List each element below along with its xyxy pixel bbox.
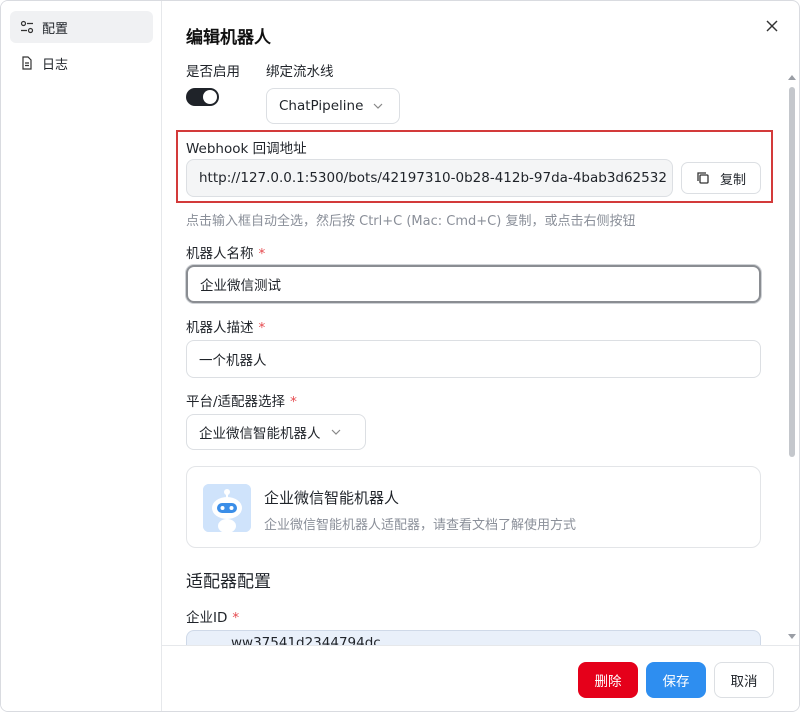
adapter-card-description: 企业微信智能机器人适配器，请查看文档了解使用方式 xyxy=(264,518,577,533)
bot-desc-input[interactable]: 一个机器人 xyxy=(186,340,761,378)
dialog-main: 编辑机器人 是否启用 绑定流水线 ChatPipeline Webhook 回调… xyxy=(162,1,799,711)
pipeline-select[interactable]: ChatPipeline xyxy=(266,88,400,124)
cancel-button[interactable]: 取消 xyxy=(714,662,774,698)
dialog-title: 编辑机器人 xyxy=(186,28,271,48)
close-button[interactable] xyxy=(761,15,783,37)
toggle-knob xyxy=(203,90,217,104)
scroll-up-arrow[interactable] xyxy=(788,75,796,80)
pipeline-select-value: ChatPipeline xyxy=(279,98,364,114)
copy-hint: 点击输入框自动全选，然后按 Ctrl+C (Mac: Cmd+C) 复制，或点击… xyxy=(186,214,636,229)
required-mark: * xyxy=(258,246,266,262)
document-icon xyxy=(20,56,34,70)
enabled-toggle[interactable] xyxy=(186,88,219,106)
webhook-label: Webhook 回调地址 xyxy=(186,141,307,157)
settings-sliders-icon xyxy=(20,20,34,34)
platform-label: 平台/适配器选择 * xyxy=(186,394,297,410)
dialog-footer: 删除 保存 取消 xyxy=(162,645,799,711)
copy-button[interactable]: 复制 xyxy=(681,162,761,194)
dialog-window: 配置 日志 编辑机器人 是否启用 绑定流水线 ChatPipeline Webh… xyxy=(0,0,800,712)
delete-button[interactable]: 删除 xyxy=(578,662,638,698)
sidebar-item-label: 配置 xyxy=(42,21,69,37)
save-button[interactable]: 保存 xyxy=(646,662,706,698)
required-mark: * xyxy=(290,394,297,410)
chevron-down-icon xyxy=(373,101,383,111)
scrollbar-thumb[interactable] xyxy=(789,87,795,457)
platform-select[interactable]: 企业微信智能机器人 xyxy=(186,414,366,450)
bot-name-input[interactable]: 企业微信测试 xyxy=(186,265,761,303)
close-icon xyxy=(766,20,778,32)
chevron-down-icon xyxy=(331,427,341,437)
required-mark: * xyxy=(232,610,240,626)
adapter-card-title: 企业微信智能机器人 xyxy=(264,489,400,507)
platform-select-value: 企业微信智能机器人 xyxy=(199,426,321,442)
copy-button-label: 复制 xyxy=(719,172,746,188)
required-mark: * xyxy=(258,320,266,336)
robot-icon xyxy=(203,484,251,532)
sidebar: 配置 日志 xyxy=(1,1,162,711)
corp-id-label: 企业ID * xyxy=(186,610,240,626)
scroll-down-arrow[interactable] xyxy=(788,634,796,639)
sidebar-item-label: 日志 xyxy=(42,57,69,73)
copy-icon xyxy=(697,172,709,184)
sidebar-item-logs[interactable]: 日志 xyxy=(10,47,153,79)
adapter-card: 企业微信智能机器人 企业微信智能机器人适配器，请查看文档了解使用方式 xyxy=(186,466,761,548)
pipeline-label: 绑定流水线 xyxy=(266,64,334,80)
bot-desc-label: 机器人描述 * xyxy=(186,320,266,336)
adapter-config-heading: 适配器配置 xyxy=(186,572,271,592)
scrollbar[interactable] xyxy=(785,65,799,645)
webhook-url-input[interactable]: http://127.0.0.1:5300/bots/42197310-0b28… xyxy=(186,159,673,197)
sidebar-item-config[interactable]: 配置 xyxy=(10,11,153,43)
bot-name-label: 机器人名称 * xyxy=(186,246,266,262)
enabled-label: 是否启用 xyxy=(186,64,240,80)
